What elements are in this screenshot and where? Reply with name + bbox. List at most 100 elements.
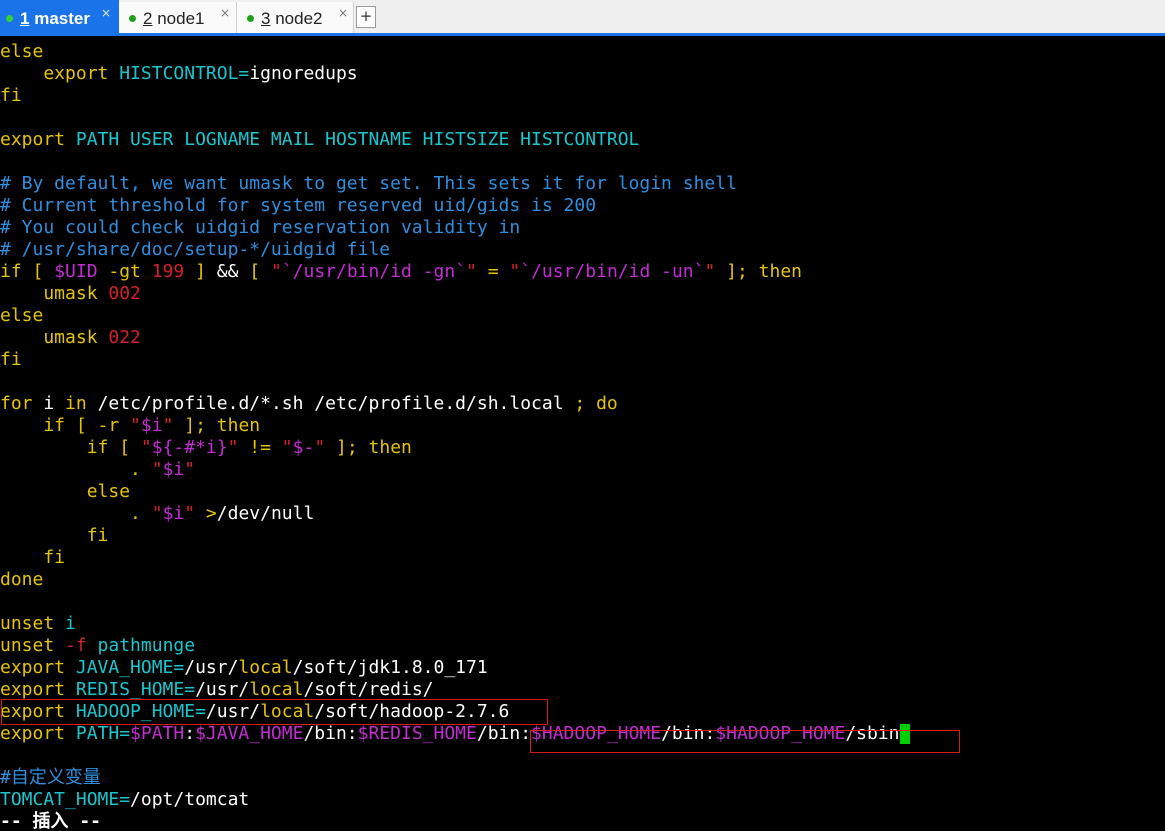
- code-token: .: [0, 459, 152, 480]
- code-token: ": [509, 261, 521, 282]
- code-token: 199: [151, 261, 185, 282]
- code-token: export: [0, 701, 76, 722]
- terminal-line: # By default, we want umask to get set. …: [0, 173, 737, 195]
- code-token: ": [281, 437, 293, 458]
- close-icon[interactable]: ×: [220, 6, 230, 20]
- code-token: unset: [0, 613, 66, 634]
- code-token: -f: [65, 635, 98, 656]
- code-token: /usr/: [184, 657, 239, 678]
- code-token: 022: [108, 327, 141, 348]
- code-token: export: [0, 129, 76, 150]
- code-token: ": [140, 437, 152, 458]
- code-token: :: [184, 723, 196, 744]
- code-token: unset: [0, 635, 66, 656]
- code-token: done: [0, 569, 44, 590]
- code-token: $i: [140, 415, 163, 436]
- code-token: # Current threshold for system reserved …: [0, 195, 597, 216]
- code-token: pathmunge: [97, 635, 196, 656]
- code-token: i: [65, 613, 76, 634]
- terminal-line: # Current threshold for system reserved …: [0, 195, 596, 217]
- code-token: $REDIS_HOME: [357, 723, 477, 744]
- tab-bar: 1 master × 2 node1 × 3 node2 × +: [0, 0, 1165, 36]
- terminal-line: umask 022: [0, 327, 141, 349]
- code-token: ": [184, 503, 196, 524]
- code-token: export: [0, 657, 76, 678]
- code-token: /soft/jdk1.8.0_171: [292, 657, 488, 678]
- code-token: /sbin: [845, 723, 900, 744]
- code-token: ": [270, 261, 282, 282]
- terminal-line: else: [0, 305, 43, 327]
- code-token: ": [227, 437, 239, 458]
- code-token: PATH USER LOGNAME MAIL HOSTNAME HISTSIZE…: [75, 129, 640, 150]
- code-token: =: [476, 261, 510, 282]
- code-token: [: [249, 261, 271, 282]
- code-token: local: [260, 701, 315, 722]
- tab-bar-underline: [0, 33, 1165, 36]
- code-token: ignoredups: [249, 63, 358, 84]
- connection-status-icon: [129, 15, 136, 22]
- code-token: /opt/tomcat: [130, 789, 250, 810]
- terminal-line: fi: [0, 85, 22, 107]
- code-token: if [: [0, 261, 55, 282]
- code-token: ": [151, 459, 163, 480]
- code-token: if [ -r: [0, 415, 131, 436]
- code-token: /soft/hadoop-2.7.6: [314, 701, 510, 722]
- terminal-line: for i in /etc/profile.d/*.sh /etc/profil…: [0, 393, 618, 415]
- code-token: TOMCAT_HOME=: [0, 789, 131, 810]
- code-token: $i: [162, 503, 185, 524]
- tab-master[interactable]: 1 master ×: [0, 0, 119, 36]
- terminal-line: # /usr/share/doc/setup-*/uidgid file: [0, 239, 390, 261]
- code-token: >: [195, 503, 217, 524]
- code-token: /soft/redis/: [303, 679, 434, 700]
- code-token: fi: [0, 85, 22, 106]
- connection-status-icon: [247, 15, 254, 22]
- tab-label: 3 node2: [261, 9, 323, 28]
- code-token: # By default, we want umask to get set. …: [0, 173, 737, 194]
- code-token: /usr/: [195, 679, 250, 700]
- close-icon[interactable]: ×: [101, 6, 111, 20]
- code-token: &&: [216, 261, 250, 282]
- code-token: JAVA_HOME=: [75, 657, 185, 678]
- code-token: -- 插入 --: [0, 811, 102, 831]
- code-token: $i: [162, 459, 185, 480]
- code-token: ${-#*i}: [151, 437, 228, 458]
- code-token: export: [0, 723, 76, 744]
- code-token: ": [162, 415, 174, 436]
- code-token: /dev/null: [216, 503, 315, 524]
- terminal-line: fi: [0, 547, 65, 569]
- code-token: 002: [108, 283, 141, 304]
- terminal-line: umask 002: [0, 283, 141, 305]
- terminal-line: if [ $UID -gt 199 ] && [ "`/usr/bin/id -…: [0, 261, 802, 283]
- terminal-line: export PATH=$PATH:$JAVA_HOME/bin:$REDIS_…: [0, 723, 910, 745]
- code-token: ]; then: [715, 261, 803, 282]
- tab-node2[interactable]: 3 node2 ×: [237, 2, 354, 33]
- terminal-line: export HISTCONTROL=ignoredups: [0, 63, 358, 85]
- tab-label: 1 master: [20, 9, 90, 28]
- tab-label: 2 node1: [143, 9, 205, 28]
- terminal-line: TOMCAT_HOME=/opt/tomcat: [0, 789, 249, 811]
- terminal-line: export REDIS_HOME=/usr/local/soft/redis/: [0, 679, 434, 701]
- code-token: HADOOP_HOME=: [75, 701, 206, 722]
- close-icon[interactable]: ×: [338, 6, 348, 20]
- code-token: ": [184, 459, 196, 480]
- code-token: else: [0, 305, 44, 326]
- code-token: # You could check uidgid reservation val…: [0, 217, 521, 238]
- code-token: /bin:: [661, 723, 716, 744]
- code-token: fi: [0, 349, 22, 370]
- tab-node1[interactable]: 2 node1 ×: [119, 2, 237, 33]
- code-token: /usr/: [205, 701, 261, 722]
- code-token: if [: [0, 437, 141, 458]
- code-token: ": [314, 437, 326, 458]
- terminal-line: # You could check uidgid reservation val…: [0, 217, 520, 239]
- code-token: -gt: [97, 261, 152, 282]
- code-token: ]; then: [173, 415, 261, 436]
- code-token: $PATH: [130, 723, 185, 744]
- code-token: ]; then: [325, 437, 412, 458]
- terminal-line: fi: [0, 349, 22, 371]
- code-token: export: [0, 679, 76, 700]
- terminal-line: -- 插入 --: [0, 811, 101, 831]
- new-tab-button[interactable]: +: [356, 6, 376, 28]
- code-token: #自定义变量: [0, 767, 101, 788]
- terminal-output[interactable]: -- 插入 -- TOMCAT_HOME=/opt/tomcat #自定义变量 exp…: [0, 41, 1165, 831]
- code-token: else: [0, 41, 44, 62]
